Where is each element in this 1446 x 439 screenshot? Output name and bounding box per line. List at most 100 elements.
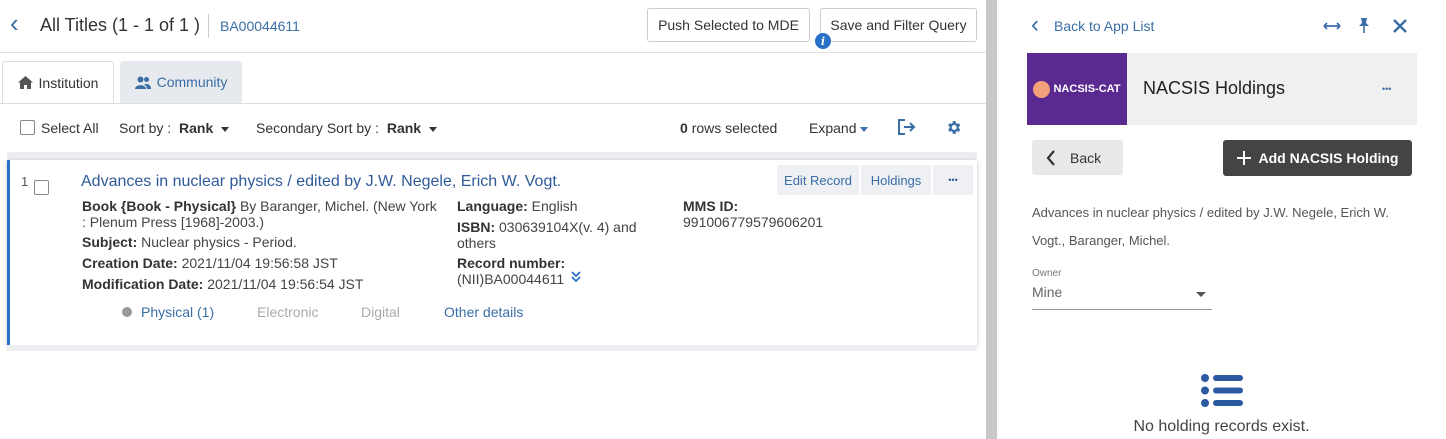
save-filter-query-button[interactable]: Save and Filter Query xyxy=(820,8,977,42)
chevron-down-icon xyxy=(1196,292,1206,297)
record-number: Record number: (NII)BA00044611 xyxy=(457,255,565,287)
subject-label: Subject: xyxy=(82,234,138,250)
record-checkbox[interactable] xyxy=(34,180,49,195)
pane-divider[interactable] xyxy=(986,0,997,439)
pin-icon[interactable] xyxy=(1358,18,1370,33)
record-description: Advances in nuclear physics / edited by … xyxy=(1032,199,1422,255)
record-creation-date: Creation Date: 2021/11/04 19:56:58 JST xyxy=(82,255,338,271)
description-line-2: Vogt., Baranger, Michel. xyxy=(1032,233,1171,248)
mms-id-value: 991006779579606201 xyxy=(683,214,824,230)
expand-dropdown[interactable]: Expand xyxy=(809,120,869,136)
record-modification-date: Modification Date: 2021/11/04 19:56:54 J… xyxy=(82,276,363,292)
creation-date-value: 2021/11/04 19:56:58 JST xyxy=(181,255,338,271)
sort-by-label: Sort by : xyxy=(119,120,172,136)
record-subject: Subject: Nuclear physics - Period. xyxy=(82,234,297,250)
record-id-link[interactable]: BA00044611 xyxy=(220,18,300,34)
description-line-1: Advances in nuclear physics / edited by … xyxy=(1032,205,1389,220)
back-button[interactable]: Back xyxy=(1032,140,1123,175)
nacsis-logo-icon xyxy=(1033,80,1051,98)
gear-icon[interactable] xyxy=(945,119,962,136)
list-bottom-band xyxy=(7,345,977,351)
expand-label: Expand xyxy=(809,120,857,136)
add-nacsis-holding-label: Add NACSIS Holding xyxy=(1258,150,1399,166)
record-type: Book {Book - Physical} By Baranger, Mich… xyxy=(82,198,442,230)
rows-selected: 0 rows selected xyxy=(680,120,777,136)
availability-dot-icon xyxy=(122,307,132,317)
empty-state-message: No holding records exist. xyxy=(1133,418,1310,435)
record-type-rest-2: : Plenum Press [1968]-2003.) xyxy=(82,214,265,230)
tab-community-label: Community xyxy=(156,74,228,90)
rows-selected-count: 0 xyxy=(680,120,688,136)
header-separator xyxy=(0,52,986,53)
back-to-app-list-link[interactable]: Back to App List xyxy=(1054,18,1154,34)
list-icon xyxy=(1201,374,1243,407)
rows-selected-text: rows selected xyxy=(691,120,778,136)
secondary-sort-label: Secondary Sort by : xyxy=(256,120,379,136)
users-icon xyxy=(134,76,151,89)
record-isbn: ISBN: 030639104X(v. 4) and others xyxy=(457,219,657,251)
nacsis-logo: NACSIS-CAT xyxy=(1027,53,1127,125)
sort-by-value: Rank xyxy=(179,120,214,136)
add-nacsis-holding-button[interactable]: Add NACSIS Holding xyxy=(1223,140,1412,176)
record-type-rest-1: By Baranger, Michel. (New York xyxy=(239,198,437,214)
close-icon[interactable] xyxy=(1393,19,1407,33)
page-title: All Titles (1 - 1 of 1 ) xyxy=(40,15,201,35)
sort-by-dropdown[interactable]: Sort by : Rank xyxy=(119,120,230,136)
record-title-link[interactable]: Advances in nuclear physics / edited by … xyxy=(81,173,561,191)
double-chevron-down-icon[interactable] xyxy=(571,271,581,282)
chevron-down-icon xyxy=(221,126,230,132)
back-button-label: Back xyxy=(1070,149,1102,166)
language-label: Language: xyxy=(457,198,528,214)
tabs-bottom-border xyxy=(0,103,986,104)
chevron-down-icon xyxy=(429,126,438,132)
tab-institution-label: Institution xyxy=(38,74,99,91)
chevron-left-icon xyxy=(1046,149,1055,166)
holdings-button[interactable]: Holdings xyxy=(861,165,931,195)
record-language: Language: English xyxy=(457,198,578,214)
chevron-down-icon xyxy=(860,126,869,132)
isbn-value-2: others xyxy=(457,235,496,251)
electronic-label: Electronic xyxy=(257,304,319,320)
export-icon[interactable] xyxy=(898,119,916,135)
record-number-label: Record number: xyxy=(457,255,566,271)
language-value: English xyxy=(531,198,578,214)
isbn-label: ISBN: xyxy=(457,219,496,235)
isbn-value-1: 030639104X(v. 4) and xyxy=(499,219,637,235)
select-all-checkbox[interactable] xyxy=(20,120,35,135)
other-details-link[interactable]: Other details xyxy=(444,304,523,320)
subject-value: Nuclear physics - Period. xyxy=(141,234,297,250)
select-all-label: Select All xyxy=(41,120,99,136)
expand-width-icon[interactable] xyxy=(1323,20,1341,32)
secondary-sort-value: Rank xyxy=(386,120,422,136)
owner-value: Mine xyxy=(1032,284,1063,300)
nacsis-logo-text: NACSIS-CAT xyxy=(1053,83,1121,95)
modification-date-value: 2021/11/04 19:56:54 JST xyxy=(207,276,364,292)
record-type-label: Book {Book - Physical} xyxy=(82,198,237,214)
app-more-button[interactable]: ••• xyxy=(1382,84,1391,94)
record-number-value: (NII)BA00044611 xyxy=(457,271,565,287)
search-results-pane: ‹ All Titles (1 - 1 of 1 ) BA00044611 Pu… xyxy=(0,0,986,439)
digital-label: Digital xyxy=(361,304,400,320)
push-to-mde-button[interactable]: Push Selected to MDE xyxy=(647,8,810,42)
owner-label: Owner xyxy=(1032,268,1062,279)
tab-institution[interactable]: Institution xyxy=(2,61,114,103)
creation-date-label: Creation Date: xyxy=(82,255,178,271)
secondary-sort-dropdown[interactable]: Secondary Sort by : Rank xyxy=(256,120,438,136)
record-index: 1 xyxy=(21,174,29,189)
record-mms-id: MMS ID: 991006779579606201 xyxy=(683,198,823,230)
physical-link[interactable]: Physical (1) xyxy=(141,304,214,320)
tab-community[interactable]: Community xyxy=(120,61,242,103)
back-to-app-list-chevron-icon[interactable]: ‹ xyxy=(1031,13,1039,37)
back-chevron-icon[interactable]: ‹ xyxy=(10,10,19,36)
plus-icon xyxy=(1236,151,1251,165)
app-title: NACSIS Holdings xyxy=(1143,78,1286,98)
app-panel: ‹ Back to App List NACSIS-CAT NACSIS Hol… xyxy=(997,0,1446,439)
edit-record-button[interactable]: Edit Record xyxy=(777,165,859,195)
modification-date-label: Modification Date: xyxy=(82,276,204,292)
mms-id-label: MMS ID: xyxy=(683,198,739,214)
info-icon[interactable]: i xyxy=(815,33,831,49)
home-icon xyxy=(17,76,33,89)
list-top-band xyxy=(7,152,977,160)
owner-select[interactable]: Mine xyxy=(1032,284,1212,310)
record-more-button[interactable]: ••• xyxy=(933,165,973,195)
